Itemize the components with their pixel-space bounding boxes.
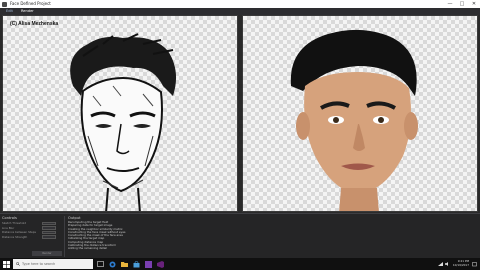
volume-icon[interactable] — [444, 262, 450, 266]
windows-logo-icon — [2, 260, 10, 268]
app-window: Face Defined Project — □ ✕ Edit Render (… — [0, 0, 480, 258]
control-label: Sketch Threshold — [2, 221, 27, 226]
controls-section: Controls Sketch Threshold Line Blur Dist… — [2, 216, 62, 257]
target-photo-panel — [242, 15, 478, 212]
title-bar: Face Defined Project — □ ✕ — [0, 0, 480, 8]
control-value-input[interactable] — [42, 226, 56, 230]
control-row: Distance Strength — [2, 235, 62, 240]
store-icon[interactable] — [131, 259, 141, 269]
control-row: Distance between Steps — [2, 230, 62, 235]
control-value-input[interactable] — [42, 235, 56, 239]
file-explorer-icon[interactable] — [119, 259, 129, 269]
line-art-portrait-icon — [70, 33, 177, 211]
clock[interactable]: 9:21 PM 10/19/2017 — [453, 260, 469, 267]
control-label: Line Blur — [2, 225, 15, 230]
control-label: Distance Strength — [2, 235, 28, 240]
maximize-button[interactable]: □ — [456, 0, 468, 8]
photo-portrait-icon — [290, 29, 418, 211]
log-line: Adding the remaining detail — [68, 246, 107, 251]
render-button[interactable]: Render — [32, 251, 62, 256]
control-row: Sketch Threshold — [2, 221, 62, 226]
control-row: Line Blur — [2, 226, 62, 231]
notifications-icon[interactable] — [472, 261, 477, 267]
menu-bar: Edit Render — [0, 8, 480, 15]
menu-render[interactable]: Render — [19, 8, 36, 15]
minimize-button[interactable]: — — [444, 0, 456, 8]
watermark: (C) Alisa Mezhenska — [10, 21, 59, 27]
taskbar-search-input[interactable]: Type here to search — [13, 259, 93, 269]
app-icon — [2, 1, 7, 7]
edge-browser-icon[interactable] — [107, 259, 117, 269]
network-icon[interactable] — [437, 262, 443, 266]
control-value-input[interactable] — [42, 230, 56, 235]
output-section: Output Recomputing the target field Prep… — [64, 216, 476, 257]
window-controls: — □ ✕ — [444, 0, 480, 8]
system-tray: 9:21 PM 10/19/2017 — [437, 258, 477, 270]
bottom-panel: Controls Sketch Threshold Line Blur Dist… — [0, 213, 480, 258]
app-taskbar-icon[interactable] — [143, 259, 153, 269]
start-button[interactable] — [0, 258, 12, 270]
search-placeholder: Type here to search — [22, 262, 56, 266]
source-sketch-panel: (C) Alisa Mezhenska — [2, 15, 238, 212]
clock-date: 10/19/2017 — [452, 263, 469, 267]
task-view-icon[interactable] — [95, 259, 105, 269]
taskbar: Type here to search 9:21 PM 10/19/2017 — [0, 258, 480, 270]
visual-studio-icon[interactable] — [155, 259, 165, 269]
close-button[interactable]: ✕ — [468, 0, 480, 8]
control-label: Distance between Steps — [2, 230, 36, 235]
window-title: Face Defined Project — [10, 1, 51, 6]
control-value-input[interactable] — [42, 221, 56, 226]
menu-edit[interactable]: Edit — [4, 8, 15, 15]
search-icon — [16, 262, 20, 266]
